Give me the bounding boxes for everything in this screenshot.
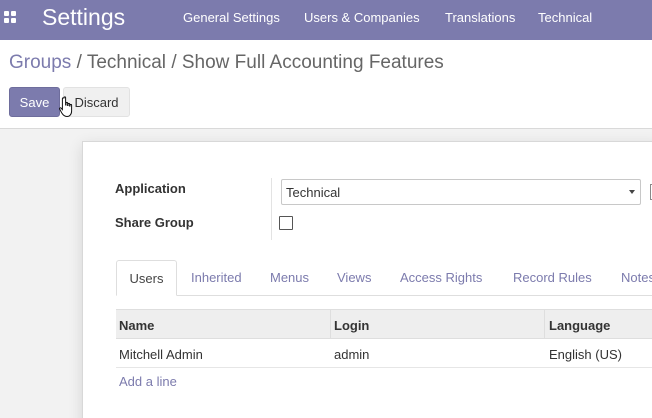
caret-down-icon xyxy=(629,190,635,194)
column-divider xyxy=(330,310,331,339)
apps-grid-icon[interactable] xyxy=(4,11,16,23)
breadcrumb-separator: / xyxy=(171,52,177,73)
column-divider xyxy=(544,310,545,339)
app-title: Settings xyxy=(42,4,126,30)
menu-users-companies[interactable]: Users & Companies xyxy=(304,10,420,25)
table-row[interactable]: Mitchell Admin admin English (US) xyxy=(116,339,652,368)
application-select-value: Technical xyxy=(286,185,341,200)
breadcrumb-separator: / xyxy=(76,52,82,73)
table-header: Name Login Language xyxy=(116,309,652,339)
application-select[interactable]: Technical xyxy=(281,179,641,205)
cell-language: English (US) xyxy=(549,347,622,362)
column-header-language[interactable]: Language xyxy=(549,318,610,333)
cell-name: Mitchell Admin xyxy=(119,347,203,362)
tab-menus[interactable]: Menus xyxy=(270,260,309,296)
share-group-label: Share Group xyxy=(115,215,194,230)
add-a-line-link[interactable]: Add a line xyxy=(119,374,177,389)
tab-inherited[interactable]: Inherited xyxy=(191,260,242,296)
breadcrumb-current: Show Full Accounting Features xyxy=(181,52,444,73)
top-navbar: Settings General Settings Users & Compan… xyxy=(0,0,652,40)
tab-views[interactable]: Views xyxy=(337,260,371,296)
save-button[interactable]: Save xyxy=(9,87,60,117)
cell-login: admin xyxy=(334,347,370,362)
field-separator xyxy=(271,178,272,240)
discard-button[interactable]: Discard xyxy=(63,87,130,117)
menu-technical[interactable]: Technical xyxy=(538,10,592,25)
menu-general-settings[interactable]: General Settings xyxy=(183,10,280,25)
breadcrumb: Groups / Technical / Show Full Accountin… xyxy=(9,52,444,74)
control-panel: Groups / Technical / Show Full Accountin… xyxy=(0,40,652,129)
breadcrumb-technical: Technical xyxy=(86,52,167,73)
breadcrumb-groups-link[interactable]: Groups xyxy=(9,52,71,73)
menu-translations[interactable]: Translations xyxy=(445,10,515,25)
tab-access-rights[interactable]: Access Rights xyxy=(400,260,482,296)
form-sheet: Application Share Group Technical Users … xyxy=(82,141,652,418)
share-group-checkbox[interactable] xyxy=(279,216,293,230)
application-label: Application xyxy=(115,181,186,196)
tab-record-rules[interactable]: Record Rules xyxy=(513,260,592,296)
column-header-login[interactable]: Login xyxy=(334,318,369,333)
column-header-name[interactable]: Name xyxy=(119,318,154,333)
tab-users[interactable]: Users xyxy=(116,260,177,296)
tab-notes[interactable]: Notes xyxy=(621,260,652,296)
